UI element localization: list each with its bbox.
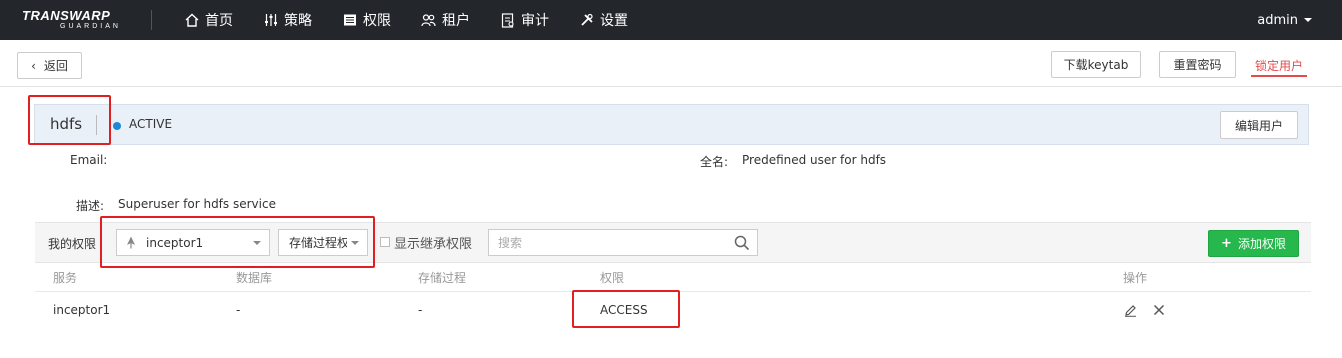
permission-type-select[interactable]: 存储过程权 [278, 229, 368, 256]
chevron-down-icon [253, 241, 261, 245]
user-menu[interactable]: admin [1257, 0, 1312, 40]
nav-label: 权限 [363, 13, 391, 29]
service-icon [126, 236, 136, 249]
user-menu-label: admin [1257, 12, 1298, 28]
close-icon[interactable] [1152, 303, 1166, 317]
cell-service: inceptor1 [53, 303, 111, 317]
nav-label: 审计 [521, 13, 549, 29]
reset-password-button[interactable]: 重置密码 [1159, 51, 1236, 78]
nav-item-policy[interactable]: 策略 [263, 0, 312, 40]
sliders-icon [263, 13, 278, 28]
nav-label: 设置 [600, 13, 628, 29]
lock-user-link[interactable]: 锁定用户 [1255, 57, 1303, 74]
nav-label: 租户 [442, 13, 470, 29]
caret-down-icon [1304, 18, 1312, 22]
nav-item-home[interactable]: 首页 [184, 0, 233, 40]
email-label: Email: [70, 153, 108, 167]
back-button[interactable]: ‹ 返回 [17, 52, 82, 79]
user-name: hdfs [50, 115, 83, 133]
permission-type-value: 存储过程权 [289, 236, 347, 250]
show-inherited-label[interactable]: 显示继承权限 [394, 233, 472, 252]
nav-item-tenant[interactable]: 租户 [421, 0, 470, 40]
nav-label: 首页 [205, 13, 233, 29]
cell-procedure: - [418, 303, 423, 317]
fullname-label: 全名: [700, 155, 729, 169]
column-header-permission: 权限 [600, 271, 625, 285]
plus-icon: + [1221, 236, 1232, 251]
transwarp-guardian-logo[interactable]: TRANSWARP GUARDIAN [22, 9, 132, 31]
users-icon [421, 13, 436, 28]
column-header-procedure: 存储过程 [418, 271, 467, 285]
edit-user-label: 编辑用户 [1234, 118, 1283, 133]
list-icon [342, 13, 357, 28]
column-header-service: 服务 [53, 271, 78, 285]
logo-subtext: GUARDIAN [60, 23, 121, 30]
service-select[interactable]: inceptor1 [116, 229, 270, 256]
audit-icon [500, 12, 515, 28]
cell-database: - [236, 303, 241, 317]
action-toolbar: ‹ 返回 下载keytab 重置密码 锁定用户 [0, 40, 1342, 87]
nav-label: 策略 [284, 13, 312, 29]
edit-user-button[interactable]: 编辑用户 [1220, 111, 1298, 139]
cell-permission: ACCESS [600, 303, 648, 317]
column-header-database: 数据库 [236, 271, 273, 285]
fullname-value: Predefined user for hdfs [742, 153, 887, 167]
add-permission-button[interactable]: + 添加权限 [1208, 230, 1299, 257]
lock-user-underline [1251, 75, 1307, 77]
my-permissions-label: 我的权限 [48, 237, 97, 251]
search-box [488, 229, 758, 256]
back-button-label: 返回 [43, 59, 68, 73]
tools-icon [579, 13, 594, 28]
top-nav-bar: TRANSWARP GUARDIAN 首页 策略 权限 租户 审计 设置 adm… [0, 0, 1342, 40]
search-input[interactable] [489, 230, 719, 255]
nav-divider [151, 10, 152, 30]
column-header-actions: 操作 [1123, 271, 1148, 285]
user-status: ACTIVE [129, 117, 173, 131]
user-name-divider [96, 115, 97, 135]
user-header: hdfs ACTIVE 编辑用户 [34, 104, 1309, 145]
main-nav: 首页 策略 权限 租户 审计 设置 [184, 0, 658, 40]
nav-item-permission[interactable]: 权限 [342, 0, 391, 40]
nav-item-settings[interactable]: 设置 [579, 0, 628, 40]
table-header-divider [35, 291, 1311, 292]
download-keytab-button[interactable]: 下载keytab [1051, 51, 1141, 78]
description-label: 描述: [76, 199, 105, 213]
service-select-value: inceptor1 [146, 235, 204, 250]
chevron-left-icon: ‹ [31, 58, 36, 73]
download-keytab-label: 下载keytab [1063, 58, 1129, 72]
logo-text: TRANSWARP [22, 8, 111, 23]
chevron-down-icon [351, 241, 359, 245]
status-dot-icon [113, 122, 121, 130]
home-icon [184, 13, 199, 28]
permission-filter-bar: 我的权限 inceptor1 存储过程权 显示继承权限 + 添加权限 [35, 222, 1311, 263]
nav-item-audit[interactable]: 审计 [500, 0, 549, 40]
search-icon[interactable] [734, 235, 750, 255]
show-inherited-checkbox[interactable] [380, 237, 390, 247]
description-value: Superuser for hdfs service [118, 197, 276, 211]
reset-password-label: 重置密码 [1173, 58, 1222, 72]
add-permission-label: 添加权限 [1237, 237, 1286, 251]
pencil-icon[interactable] [1123, 303, 1137, 317]
